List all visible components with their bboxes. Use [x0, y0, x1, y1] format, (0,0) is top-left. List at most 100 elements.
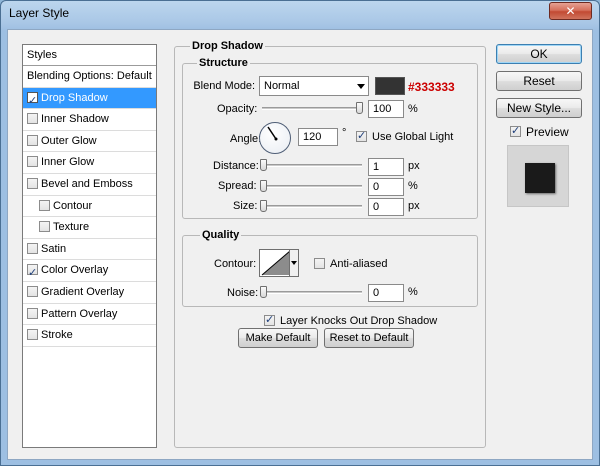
texture-checkbox[interactable]: [39, 221, 50, 233]
styles-list-header[interactable]: Styles: [23, 45, 156, 66]
contour-dropdown-button[interactable]: [289, 250, 298, 276]
blending-options-label: Blending Options: Default: [27, 70, 152, 82]
pattern-overlay-checkbox[interactable]: [27, 307, 38, 319]
style-item-label: Drop Shadow: [41, 91, 108, 104]
style-item-drop-shadow[interactable]: Drop Shadow: [23, 87, 156, 111]
size-slider-thumb[interactable]: [260, 200, 267, 212]
reset-to-default-button[interactable]: Reset to Default: [324, 328, 414, 348]
size-input[interactable]: 0: [368, 198, 404, 216]
anti-aliased-checkbox[interactable]: [314, 258, 325, 269]
style-item-label: Inner Glow: [41, 156, 95, 169]
chevron-down-icon: [357, 84, 365, 89]
spread-unit: %: [408, 180, 418, 192]
distance-label: Distance:: [213, 160, 259, 172]
structure-title: Structure: [197, 57, 250, 69]
style-item-label: Outer Glow: [41, 134, 97, 147]
style-item-bevel-emboss[interactable]: Bevel and Emboss: [23, 174, 156, 196]
style-item-label: Satin: [41, 242, 67, 255]
style-item-label: Stroke: [41, 329, 73, 342]
reset-button[interactable]: Reset: [496, 71, 582, 91]
noise-slider-track[interactable]: [262, 291, 362, 294]
angle-needle-icon: [267, 126, 278, 141]
style-item-satin[interactable]: Satin: [23, 239, 156, 261]
distance-slider-thumb[interactable]: [260, 159, 267, 171]
style-item-gradient-overlay[interactable]: Gradient Overlay: [23, 282, 156, 304]
style-item-label: Color Overlay: [41, 264, 109, 277]
opacity-label: Opacity:: [217, 103, 258, 115]
blending-options-item[interactable]: Blending Options: Default: [23, 66, 156, 88]
style-item-label: Texture: [53, 221, 90, 234]
ok-button[interactable]: OK: [496, 44, 582, 64]
style-item-inner-shadow[interactable]: Inner Shadow: [23, 109, 156, 131]
use-global-light-checkbox[interactable]: [356, 129, 367, 142]
contour-checkbox[interactable]: [39, 199, 50, 211]
satin-checkbox[interactable]: [27, 242, 38, 254]
spread-input[interactable]: 0: [368, 178, 404, 196]
contour-curve-icon: [261, 250, 291, 276]
angle-unit: °: [342, 127, 347, 139]
shadow-color-swatch[interactable]: [375, 77, 405, 95]
size-slider-track[interactable]: [262, 205, 362, 208]
size-unit: px: [408, 200, 420, 212]
distance-slider-track[interactable]: [262, 164, 362, 167]
contour-label: Contour:: [214, 258, 257, 270]
layer-style-window: Layer Style ✕ Styles Blending Options: D…: [0, 0, 600, 466]
dialog-body: Styles Blending Options: Default Drop Sh…: [7, 29, 593, 460]
blend-mode-label: BBlend Mode:: [193, 80, 256, 92]
size-label: Size:: [233, 200, 258, 212]
opacity-input[interactable]: 100: [368, 100, 404, 118]
style-item-contour[interactable]: Contour: [23, 196, 156, 218]
close-icon: ✕: [565, 4, 576, 18]
contour-picker[interactable]: [259, 249, 299, 277]
new-style-button[interactable]: New Style...: [496, 98, 582, 118]
style-preview: [507, 145, 569, 207]
spread-slider-thumb[interactable]: [260, 180, 267, 192]
title-bar[interactable]: Layer Style ✕: [1, 1, 599, 27]
use-global-light-label[interactable]: Use Global Light: [372, 131, 453, 143]
drop-shadow-checkbox[interactable]: [27, 90, 38, 111]
spread-slider-track[interactable]: [262, 185, 362, 188]
preview-square: [525, 163, 555, 193]
shadow-color-hex: #333333: [408, 80, 455, 94]
window-title: Layer Style: [9, 6, 70, 20]
close-button[interactable]: ✕: [549, 2, 592, 20]
bevel-emboss-checkbox[interactable]: [27, 177, 38, 189]
blend-mode-value: Normal: [264, 80, 300, 92]
style-item-stroke[interactable]: Stroke: [23, 325, 156, 347]
make-default-button[interactable]: Make Default: [238, 328, 318, 348]
preview-label[interactable]: Preview: [526, 125, 569, 139]
preview-checkbox[interactable]: [510, 124, 521, 137]
angle-input[interactable]: 120: [298, 128, 338, 146]
style-item-label: Inner Shadow: [41, 113, 109, 126]
noise-input[interactable]: 0: [368, 284, 404, 302]
angle-dial[interactable]: [259, 122, 291, 154]
blend-mode-label-text: Blend Mode:: [193, 80, 256, 92]
style-item-texture[interactable]: Texture: [23, 217, 156, 239]
layer-knocks-out-label[interactable]: Layer Knocks Out Drop Shadow: [280, 315, 437, 327]
noise-unit: %: [408, 286, 418, 298]
gradient-overlay-checkbox[interactable]: [27, 285, 38, 297]
style-item-pattern-overlay[interactable]: Pattern Overlay: [23, 304, 156, 326]
anti-aliased-label[interactable]: Anti-aliased: [330, 258, 387, 270]
style-item-label: Gradient Overlay: [41, 285, 125, 298]
inner-shadow-checkbox[interactable]: [27, 113, 38, 125]
layer-knocks-out-checkbox[interactable]: [264, 313, 275, 326]
style-item-color-overlay[interactable]: Color Overlay: [23, 260, 156, 283]
blend-mode-select[interactable]: Normal: [259, 76, 369, 96]
noise-slider-thumb[interactable]: [260, 286, 267, 298]
distance-unit: px: [408, 160, 420, 172]
style-item-outer-glow[interactable]: Outer Glow: [23, 131, 156, 153]
chevron-down-icon: [291, 261, 297, 265]
style-item-label: Bevel and Emboss: [41, 177, 133, 190]
noise-label: Noise:: [227, 287, 259, 299]
opacity-slider-thumb[interactable]: [356, 102, 363, 114]
style-item-inner-glow[interactable]: Inner Glow: [23, 152, 156, 174]
outer-glow-checkbox[interactable]: [27, 134, 38, 146]
distance-input[interactable]: 1: [368, 158, 404, 176]
angle-label: Angle:: [230, 133, 262, 145]
opacity-slider-track[interactable]: [262, 107, 362, 110]
stroke-checkbox[interactable]: [27, 329, 38, 341]
color-overlay-checkbox[interactable]: [27, 262, 38, 283]
inner-glow-checkbox[interactable]: [27, 156, 38, 168]
spread-label: Spread:: [218, 180, 257, 192]
